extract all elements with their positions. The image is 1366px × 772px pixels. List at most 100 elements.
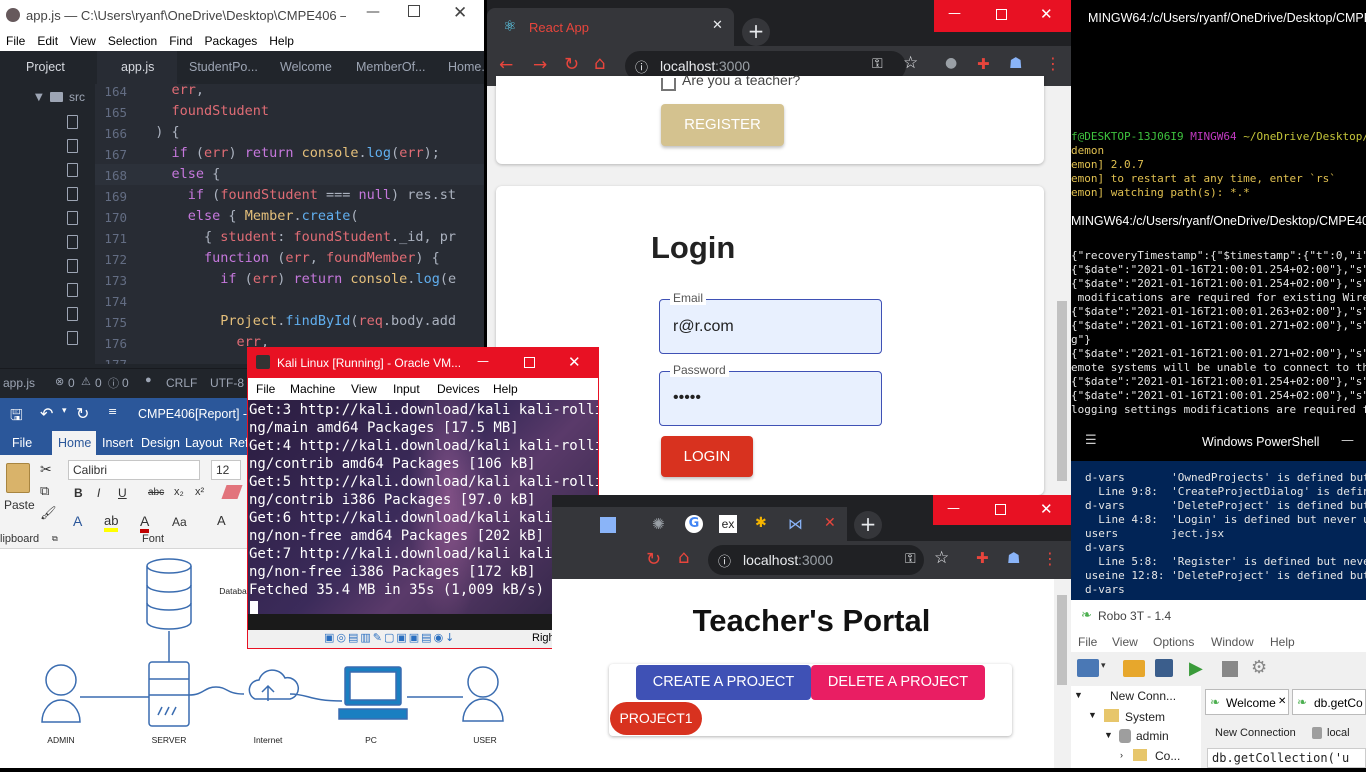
- chevron-right-icon[interactable]: ›: [1120, 750, 1123, 760]
- powershell-window[interactable]: ☰ Windows PowerShell — d-vars 'OwnedProj…: [1071, 423, 1366, 628]
- subscript-icon[interactable]: x₂: [174, 486, 184, 498]
- menu-view[interactable]: View: [351, 382, 377, 396]
- tab-student-portal[interactable]: StudentPo...: [180, 51, 262, 84]
- tree-connection[interactable]: New Conn...: [1110, 689, 1176, 703]
- mingw-terminal-1[interactable]: MINGW64:/c/Users/ryanf/OneDrive/Desktop/…: [1071, 0, 1366, 205]
- key-icon[interactable]: ⚿: [905, 551, 916, 567]
- bold-icon[interactable]: B: [74, 486, 83, 500]
- star-icon[interactable]: ☆: [903, 53, 918, 73]
- status-warnings[interactable]: 0: [95, 376, 102, 390]
- back-icon[interactable]: ←: [499, 55, 513, 75]
- profile-icon[interactable]: ☗: [1007, 549, 1020, 567]
- tab-react-app[interactable]: ⚛ React App ✕: [487, 8, 734, 46]
- tab-vscode-icon[interactable]: ⋈: [788, 515, 803, 533]
- key-icon[interactable]: ⚿: [872, 56, 883, 72]
- maximize-icon[interactable]: [408, 5, 420, 17]
- menu-kebab-icon[interactable]: ⋮: [1042, 549, 1058, 568]
- tree-collections[interactable]: Co...: [1155, 749, 1180, 763]
- tab-db-getcollection[interactable]: ❧ db.getCo: [1292, 689, 1366, 715]
- menu-help[interactable]: Help: [263, 31, 300, 51]
- maximize-icon[interactable]: [524, 357, 535, 368]
- device-status-icons[interactable]: ▣◎▤▥✎▢▣▣▤◉↓: [324, 631, 456, 644]
- paste-label[interactable]: Paste: [4, 498, 35, 512]
- font-name-select[interactable]: Calibri: [68, 460, 200, 480]
- maximize-icon[interactable]: [995, 504, 1006, 515]
- new-tab-icon[interactable]: +: [742, 18, 770, 46]
- status-file[interactable]: app.js: [3, 376, 35, 390]
- paste-icon[interactable]: [6, 463, 30, 493]
- tab-close-icon[interactable]: ✕: [1278, 696, 1286, 707]
- menu-devices[interactable]: Devices: [437, 382, 480, 396]
- copy-icon[interactable]: ⧉: [40, 483, 49, 499]
- file-icon[interactable]: [67, 163, 78, 177]
- file-icon[interactable]: [67, 235, 78, 249]
- maximize-icon[interactable]: [996, 9, 1007, 20]
- menu-file[interactable]: File: [1078, 635, 1097, 649]
- cut-icon[interactable]: ✂: [40, 461, 52, 478]
- tab-close-icon[interactable]: ✕: [712, 18, 723, 33]
- dialog-launcher-icon[interactable]: ⧉: [52, 534, 58, 544]
- superscript-icon[interactable]: x²: [195, 486, 204, 498]
- kali-terminal[interactable]: Get:3 http://kali.download/kali kali-rol…: [248, 400, 598, 630]
- file-icon[interactable]: [67, 283, 78, 297]
- home-icon[interactable]: ⌂: [678, 547, 689, 568]
- tab-design[interactable]: Design: [137, 431, 181, 455]
- chevron-down-icon[interactable]: ▼: [35, 92, 43, 103]
- profile-icon[interactable]: ☗: [1009, 54, 1022, 72]
- tree-system[interactable]: System: [1125, 710, 1165, 724]
- status-info[interactable]: 0: [122, 376, 129, 390]
- address-bar[interactable]: ⓘ localhost :3000: [708, 545, 924, 575]
- delete-project-button[interactable]: DELETE A PROJECT: [811, 665, 985, 700]
- clear-formatting-icon[interactable]: [221, 485, 243, 499]
- close-icon[interactable]: ✕: [1040, 5, 1053, 23]
- menu-packages[interactable]: Packages: [199, 31, 264, 51]
- menu-input[interactable]: Input: [393, 382, 420, 396]
- info-icon[interactable]: ⓘ: [718, 551, 731, 570]
- status-encoding[interactable]: UTF-8: [210, 376, 244, 390]
- tab-welcome[interactable]: ❧ Welcome ✕: [1205, 689, 1289, 715]
- close-icon[interactable]: ✕: [453, 3, 467, 23]
- login-button[interactable]: LOGIN: [661, 436, 753, 477]
- menu-kebab-icon[interactable]: ⋮: [1045, 54, 1061, 73]
- undo-icon[interactable]: ↶: [40, 404, 53, 423]
- change-case-icon[interactable]: Aa: [172, 515, 187, 529]
- tab-welcome[interactable]: Welcome: [265, 51, 345, 84]
- menu-icon[interactable]: ☰: [1085, 433, 1097, 448]
- tab-close-icon[interactable]: ✕: [824, 515, 836, 531]
- file-icon[interactable]: [67, 139, 78, 153]
- file-icon[interactable]: [67, 307, 78, 321]
- menu-machine[interactable]: Machine: [290, 382, 335, 396]
- puzzle-icon[interactable]: ✚: [977, 55, 990, 73]
- scrollbar-thumb[interactable]: [1057, 301, 1067, 481]
- customize-icon[interactable]: ≡: [108, 405, 117, 418]
- file-icon[interactable]: [67, 211, 78, 225]
- project-chip[interactable]: PROJECT1: [610, 702, 702, 735]
- grow-font-icon[interactable]: A: [217, 513, 226, 528]
- run-icon[interactable]: ▶: [1189, 658, 1203, 679]
- tab-project[interactable]: Project: [0, 51, 95, 84]
- menu-find[interactable]: Find: [163, 31, 198, 51]
- scrollbar-thumb[interactable]: [1057, 595, 1067, 685]
- menu-selection[interactable]: Selection: [102, 31, 163, 51]
- italic-icon[interactable]: I: [97, 486, 100, 500]
- font-size-select[interactable]: 12: [211, 460, 241, 480]
- email-field[interactable]: Email r@r.com: [659, 291, 882, 354]
- menu-window[interactable]: Window: [1211, 635, 1254, 649]
- puzzle-icon[interactable]: ✚: [976, 549, 989, 567]
- tab-ex-icon[interactable]: ex: [719, 515, 737, 533]
- text-effects-icon[interactable]: A: [73, 513, 82, 529]
- register-button[interactable]: REGISTER: [661, 104, 784, 146]
- scrollbar[interactable]: [1054, 579, 1071, 768]
- minimize-icon[interactable]: —: [1341, 433, 1354, 448]
- chevron-down-icon[interactable]: ▼: [1074, 690, 1083, 700]
- reload-icon[interactable]: ↻: [564, 54, 579, 75]
- chevron-down-icon[interactable]: ▼: [1088, 710, 1097, 720]
- strikethrough-icon[interactable]: abc: [148, 487, 164, 498]
- info-icon[interactable]: ⓘ: [635, 57, 648, 76]
- chevron-down-icon[interactable]: ▾: [62, 406, 67, 416]
- file-icon[interactable]: [67, 259, 78, 273]
- menu-help[interactable]: Help: [1270, 635, 1295, 649]
- code-editor[interactable]: 164 err, 165 foundStudent 166 ) {167 if (e…: [95, 84, 484, 364]
- save-icon[interactable]: [1155, 659, 1173, 677]
- file-icon[interactable]: [67, 331, 78, 345]
